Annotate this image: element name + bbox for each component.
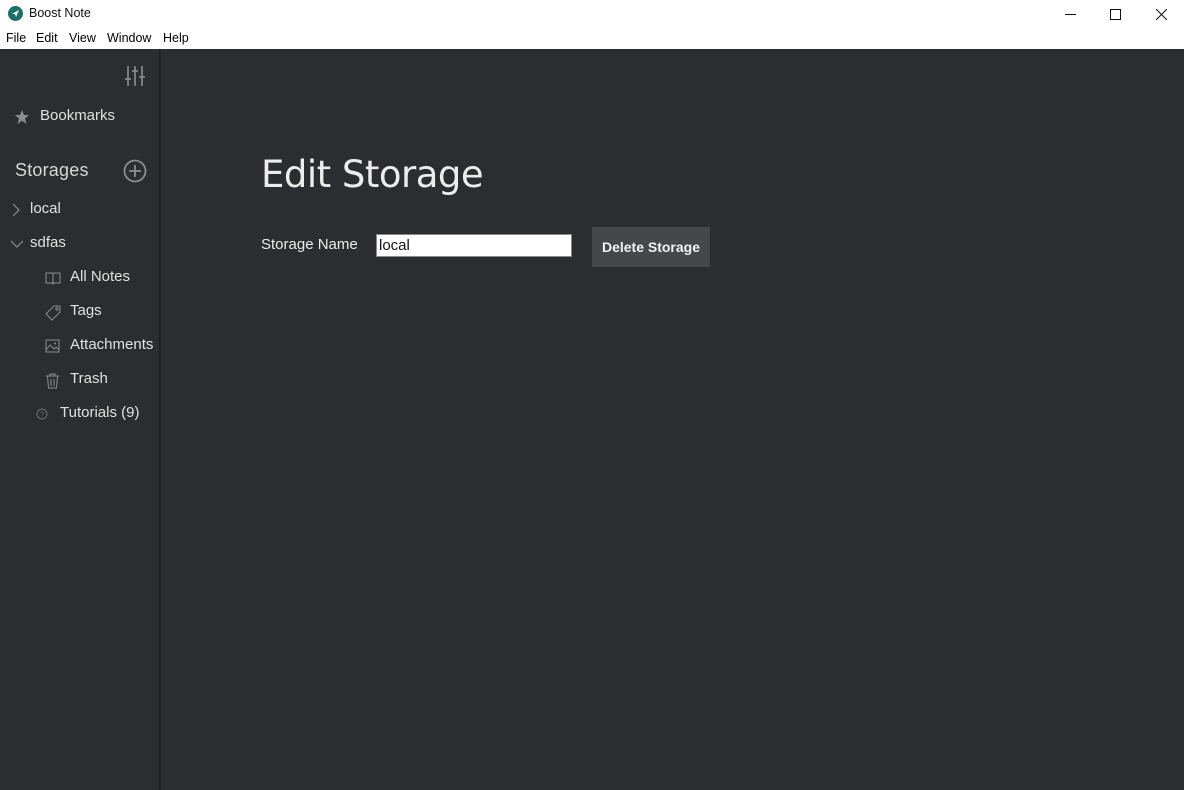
sidebar-item-tags[interactable]: Tags (0, 300, 160, 324)
chevron-down-icon[interactable] (10, 237, 24, 255)
storages-heading: Storages (15, 160, 89, 180)
add-storage-icon[interactable] (123, 159, 147, 188)
close-icon[interactable] (1138, 0, 1184, 28)
sidebar-item-label: Tags (70, 302, 102, 319)
bookmarks-label: Bookmarks (40, 107, 116, 124)
window-title: Boost Note (29, 6, 91, 20)
menu-bar: File Edit View Window Help (0, 28, 1184, 49)
storage-label: sdfas (30, 234, 66, 251)
minimize-icon[interactable] (1047, 0, 1093, 28)
menu-help[interactable]: Help (163, 31, 189, 45)
sidebar-item-tutorials[interactable]: ? Tutorials (9) (0, 402, 160, 426)
delete-storage-button[interactable]: Delete Storage (592, 227, 710, 267)
maximize-icon[interactable] (1092, 0, 1138, 28)
sliders-icon[interactable] (124, 65, 146, 92)
tag-icon (45, 305, 61, 326)
sidebar-item-label: Trash (70, 370, 108, 387)
menu-window[interactable]: Window (107, 31, 151, 45)
trash-icon (45, 373, 60, 394)
sidebar-item-all-notes[interactable]: All Notes (0, 266, 160, 290)
book-icon (45, 271, 61, 290)
menu-file[interactable]: File (6, 31, 26, 45)
main-panel: Edit Storage Storage Name Delete Storage (161, 49, 1184, 790)
sidebar-item-label: Attachments (70, 336, 154, 353)
chevron-right-icon[interactable] (10, 203, 22, 222)
image-icon (45, 339, 60, 358)
storage-label: local (30, 200, 61, 217)
svg-text:?: ? (40, 412, 44, 419)
storage-item-local[interactable]: local (0, 198, 160, 222)
sidebar: Bookmarks Storages local sdfas All Notes… (0, 49, 160, 790)
boost-note-logo-icon (8, 6, 23, 21)
sidebar-item-label: All Notes (70, 268, 131, 285)
title-bar: Boost Note (0, 0, 1184, 28)
menu-view[interactable]: View (69, 31, 96, 45)
sidebar-item-label: Tutorials (9) (60, 404, 140, 421)
help-circle-icon: ? (36, 407, 48, 425)
star-icon (14, 109, 30, 130)
menu-edit[interactable]: Edit (36, 31, 58, 45)
sidebar-item-attachments[interactable]: Attachments (0, 334, 160, 358)
storage-name-input[interactable] (376, 234, 572, 257)
storage-name-label: Storage Name (261, 236, 358, 253)
sidebar-item-bookmarks[interactable]: Bookmarks (0, 105, 160, 129)
page-title: Edit Storage (261, 153, 484, 196)
storage-item-sdfas[interactable]: sdfas (0, 232, 160, 256)
sidebar-item-trash[interactable]: Trash (0, 368, 160, 392)
